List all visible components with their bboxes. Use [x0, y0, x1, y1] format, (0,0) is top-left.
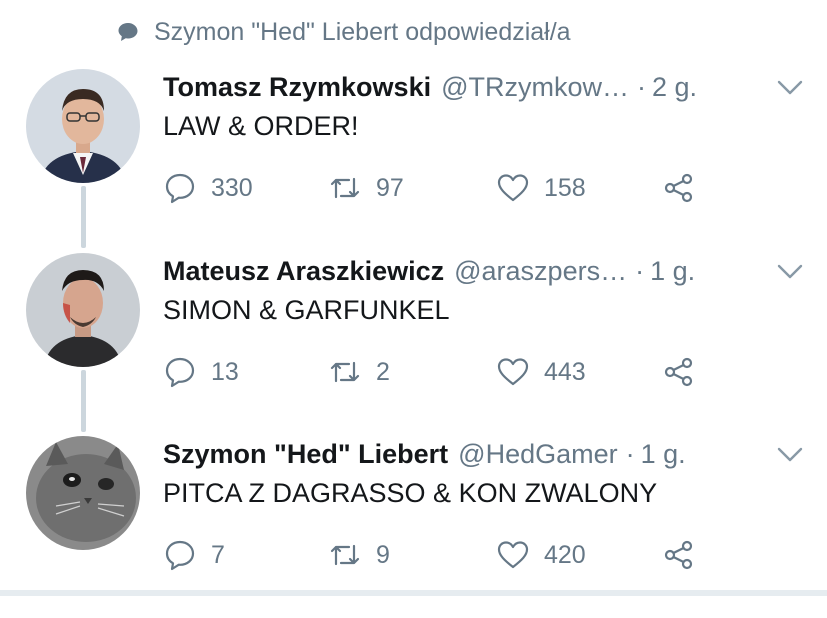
reply-count: 13 [211, 357, 239, 386]
separator: · [625, 438, 635, 469]
chevron-down-icon[interactable] [775, 261, 805, 283]
heart-icon [497, 174, 529, 202]
retweet-button[interactable]: 2 [328, 355, 390, 389]
tweet-time[interactable]: 1 g. [650, 256, 695, 287]
reply-context-text: Szymon "Hed" Liebert odpowiedział/a [154, 17, 571, 46]
reply-context: Szymon "Hed" Liebert odpowiedział/a [116, 17, 571, 47]
author-handle[interactable]: @TRzymkow… [441, 72, 629, 103]
like-count: 158 [544, 173, 586, 202]
reply-button[interactable]: 330 [163, 171, 253, 205]
chevron-down-icon[interactable] [775, 77, 805, 99]
reply-button[interactable]: 13 [163, 355, 239, 389]
like-button[interactable]: 158 [496, 171, 586, 205]
tweet-header: Tomasz Rzymkowski @TRzymkow… · 2 g. [163, 69, 763, 105]
share-button[interactable] [661, 355, 695, 389]
author-handle[interactable]: @HedGamer [458, 439, 617, 470]
retweet-icon [330, 177, 360, 199]
retweet-icon [330, 544, 360, 566]
share-icon [664, 173, 693, 203]
divider [0, 590, 827, 596]
author-name[interactable]: Tomasz Rzymkowski [163, 72, 431, 103]
avatar[interactable] [26, 69, 140, 183]
avatar[interactable] [26, 253, 140, 367]
retweet-count: 97 [376, 173, 404, 202]
tweet-time[interactable]: 2 g. [652, 72, 697, 103]
reply-count: 330 [211, 173, 253, 202]
reply-icon [165, 357, 195, 388]
separator: · [637, 71, 646, 102]
like-count: 420 [544, 540, 586, 569]
tweet[interactable]: Tomasz Rzymkowski @TRzymkow… · 2 g. LAW … [0, 69, 827, 251]
retweet-button[interactable]: 97 [328, 171, 404, 205]
speech-bubble-icon [118, 23, 138, 41]
retweet-count: 2 [376, 357, 390, 386]
separator: · [635, 255, 645, 286]
tweet[interactable]: Mateusz Araszkiewicz @araszpers… · 1 g. … [0, 253, 827, 435]
author-name[interactable]: Szymon "Hed" Liebert [163, 439, 448, 470]
heart-icon [497, 358, 529, 386]
like-button[interactable]: 443 [496, 355, 586, 389]
tweet-actions: 13 2 443 [163, 355, 723, 389]
like-button[interactable]: 420 [496, 538, 586, 572]
share-icon [664, 357, 693, 387]
tweet-time[interactable]: 1 g. [641, 439, 686, 470]
retweet-count: 9 [376, 540, 390, 569]
like-count: 443 [544, 357, 586, 386]
reply-icon [165, 540, 195, 571]
avatar[interactable] [26, 436, 140, 550]
heart-icon [497, 541, 529, 569]
tweet-header: Szymon "Hed" Liebert @HedGamer · 1 g. [163, 436, 763, 472]
retweet-button[interactable]: 9 [328, 538, 390, 572]
tweet-actions: 330 97 158 [163, 171, 723, 205]
share-icon [664, 540, 693, 570]
author-handle[interactable]: @araszpers… [454, 256, 627, 287]
chevron-down-icon[interactable] [775, 444, 805, 466]
share-button[interactable] [661, 171, 695, 205]
tweet-text: LAW & ORDER! [163, 111, 359, 141]
author-name[interactable]: Mateusz Araszkiewicz [163, 256, 444, 287]
reply-count: 7 [211, 540, 225, 569]
share-button[interactable] [661, 538, 695, 572]
reply-button[interactable]: 7 [163, 538, 225, 572]
retweet-icon [330, 361, 360, 383]
tweet-text: SIMON & GARFUNKEL [163, 295, 450, 325]
tweet-actions: 7 9 420 [163, 538, 723, 572]
tweet-text: PITCA Z DAGRASSO & KON ZWALONY [163, 478, 658, 508]
tweet-header: Mateusz Araszkiewicz @araszpers… · 1 g. [163, 253, 763, 289]
reply-icon [165, 173, 195, 204]
